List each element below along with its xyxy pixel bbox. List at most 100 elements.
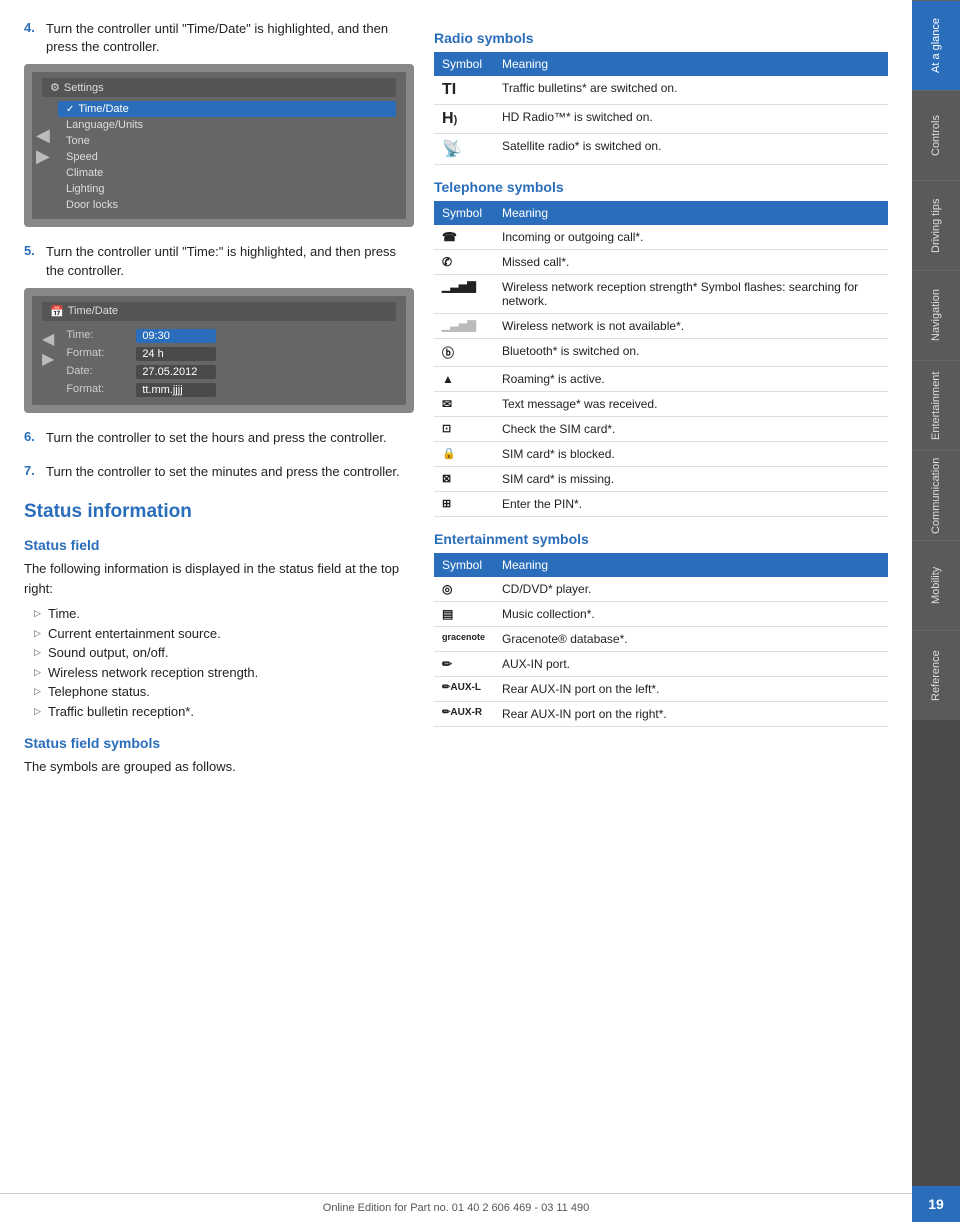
- table-row: ▤ Music collection*.: [434, 602, 888, 627]
- sidebar-tab-controls[interactable]: Controls: [912, 90, 960, 180]
- tel-col-meaning: Meaning: [494, 201, 888, 225]
- radio-col-meaning: Meaning: [494, 52, 888, 76]
- table-row: 📡 Satellite radio* is switched on.: [434, 134, 888, 165]
- tel-sym-sim-check: ⊡: [434, 417, 494, 442]
- checkmark-icon: ✓: [66, 104, 74, 115]
- tel-meaning-pin: Enter the PIN*.: [494, 492, 888, 517]
- step-6: 6. Turn the controller to set the hours …: [24, 429, 414, 447]
- sidebar-tab-label-driving-tips: Driving tips: [930, 198, 942, 252]
- menu-item-tone: Tone: [58, 133, 396, 149]
- timedate-screenshot: 📅 Time/Date ◀▶ Time: 09:30: [24, 288, 414, 413]
- radio-symbols-table: Symbol Meaning TI Traffic bulletins* are…: [434, 52, 888, 165]
- format-label-1: Format:: [66, 347, 126, 361]
- table-row: ✆ Missed call*.: [434, 250, 888, 275]
- tel-sym-pin: ⊞: [434, 492, 494, 517]
- step-5-text: Turn the controller until "Time:" is hig…: [46, 243, 414, 279]
- bullet-time: Time.: [34, 604, 414, 624]
- tel-meaning-sms: Text message* was received.: [494, 392, 888, 417]
- step-6-num: 6.: [24, 429, 38, 444]
- tel-sym-missed: ✆: [434, 250, 494, 275]
- tel-sym-bt: ⓑ: [434, 339, 494, 367]
- sidebar-tab-label-communication: Communication: [930, 457, 942, 533]
- right-column: Radio symbols Symbol Meaning TI Traffic …: [434, 20, 888, 1153]
- menu-item-doorlocks: Door locks: [58, 197, 396, 213]
- status-field-subtitle: Status field: [24, 537, 414, 553]
- telephone-symbols-table: Symbol Meaning ☎ Incoming or outgoing ca…: [434, 201, 888, 517]
- bullet-telephone: Telephone status.: [34, 682, 414, 702]
- table-row: ✏AUX-L Rear AUX-IN port on the left*.: [434, 677, 888, 702]
- step-7-text: Turn the controller to set the minutes a…: [46, 463, 400, 481]
- tel-col-symbol: Symbol: [434, 201, 494, 225]
- table-row: 🔒 SIM card* is blocked.: [434, 442, 888, 467]
- menu-timedate-label: Time/Date: [78, 103, 128, 115]
- calendar-icon: 📅: [50, 305, 64, 318]
- table-row: ▲ Roaming* is active.: [434, 367, 888, 392]
- ent-sym-aux-r: ✏AUX-R: [434, 702, 494, 727]
- table-row: ▁▃▅▇ Wireless network reception strength…: [434, 275, 888, 314]
- sidebar-tab-driving-tips[interactable]: Driving tips: [912, 180, 960, 270]
- sidebar-tab-communication[interactable]: Communication: [912, 450, 960, 540]
- ent-meaning-dvd: CD/DVD* player.: [494, 577, 888, 602]
- step-6-text: Turn the controller to set the hours and…: [46, 429, 387, 447]
- sidebar-tab-label-at-a-glance: At a glance: [930, 18, 942, 73]
- entertainment-symbols-title: Entertainment symbols: [434, 531, 888, 547]
- table-row: ▁▃▅▇ Wireless network is not available*.: [434, 314, 888, 339]
- table-row: ⓑ Bluetooth* is switched on.: [434, 339, 888, 367]
- tel-meaning-missed: Missed call*.: [494, 250, 888, 275]
- sidebar-tab-at-a-glance[interactable]: At a glance: [912, 0, 960, 90]
- bullet-wireless: Wireless network reception strength.: [34, 663, 414, 683]
- step-5: 5. Turn the controller until "Time:" is …: [24, 243, 414, 412]
- tel-meaning-sim-missing: SIM card* is missing.: [494, 467, 888, 492]
- menu-item-language: Language/Units: [58, 117, 396, 133]
- menu-item-speed: Speed: [58, 149, 396, 165]
- tel-meaning-no-network: Wireless network is not available*.: [494, 314, 888, 339]
- ent-sym-aux: ✏: [434, 652, 494, 677]
- step-7-num: 7.: [24, 463, 38, 478]
- tel-sym-roam: ▲: [434, 367, 494, 392]
- gear-icon: ⚙: [50, 81, 60, 94]
- date-value: 27.05.2012: [136, 365, 216, 379]
- table-row: ◎ CD/DVD* player.: [434, 577, 888, 602]
- bullet-entertainment: Current entertainment source.: [34, 624, 414, 644]
- format-label-2: Format:: [66, 383, 126, 397]
- timedate-screen-title: Time/Date: [68, 305, 118, 317]
- tel-meaning-signal: Wireless network reception strength* Sym…: [494, 275, 888, 314]
- footer-text: Online Edition for Part no. 01 40 2 606 …: [323, 1202, 589, 1214]
- radio-meaning-sat: Satellite radio* is switched on.: [494, 134, 888, 165]
- ent-meaning-aux-r: Rear AUX-IN port on the right*.: [494, 702, 888, 727]
- settings-screen-title: Settings: [64, 82, 104, 94]
- status-field-symbols-body: The symbols are grouped as follows.: [24, 757, 414, 777]
- table-row: gracenote Gracenote® database*.: [434, 627, 888, 652]
- page-number: 19: [912, 1186, 960, 1222]
- radio-meaning-ti: Traffic bulletins* are switched on.: [494, 76, 888, 105]
- sidebar-tab-label-mobility: Mobility: [930, 567, 942, 604]
- table-row: ⊞ Enter the PIN*.: [434, 492, 888, 517]
- menu-item-timedate: ✓ Time/Date: [58, 101, 396, 117]
- table-row: ⊡ Check the SIM card*.: [434, 417, 888, 442]
- ent-meaning-aux-l: Rear AUX-IN port on the left*.: [494, 677, 888, 702]
- sidebar-tab-label-navigation: Navigation: [930, 290, 942, 342]
- format-value-1: 24 h: [136, 347, 216, 361]
- bullet-traffic: Traffic bulletin reception*.: [34, 702, 414, 722]
- tel-meaning-call: Incoming or outgoing call*.: [494, 225, 888, 250]
- table-row: ✏ AUX-IN port.: [434, 652, 888, 677]
- nav-arrows-left: ◀▶: [36, 125, 50, 167]
- sidebar-tab-navigation[interactable]: Navigation: [912, 270, 960, 360]
- sidebar-tab-reference[interactable]: Reference: [912, 630, 960, 720]
- status-bullets: Time. Current entertainment source. Soun…: [24, 604, 414, 721]
- table-row: ☎ Incoming or outgoing call*.: [434, 225, 888, 250]
- tel-meaning-bt: Bluetooth* is switched on.: [494, 339, 888, 367]
- tel-meaning-sim-check: Check the SIM card*.: [494, 417, 888, 442]
- sidebar-tab-mobility[interactable]: Mobility: [912, 540, 960, 630]
- table-row: ✉ Text message* was received.: [434, 392, 888, 417]
- sidebar-tab-entertainment[interactable]: Entertainment: [912, 360, 960, 450]
- ent-meaning-music: Music collection*.: [494, 602, 888, 627]
- radio-sym-hd: H): [434, 105, 494, 134]
- radio-symbols-title: Radio symbols: [434, 30, 888, 46]
- tel-meaning-sim-blocked: SIM card* is blocked.: [494, 442, 888, 467]
- ent-sym-music: ▤: [434, 602, 494, 627]
- telephone-symbols-title: Telephone symbols: [434, 179, 888, 195]
- step-4-num: 4.: [24, 20, 38, 35]
- table-row: H) HD Radio™* is switched on.: [434, 105, 888, 134]
- step-7: 7. Turn the controller to set the minute…: [24, 463, 414, 481]
